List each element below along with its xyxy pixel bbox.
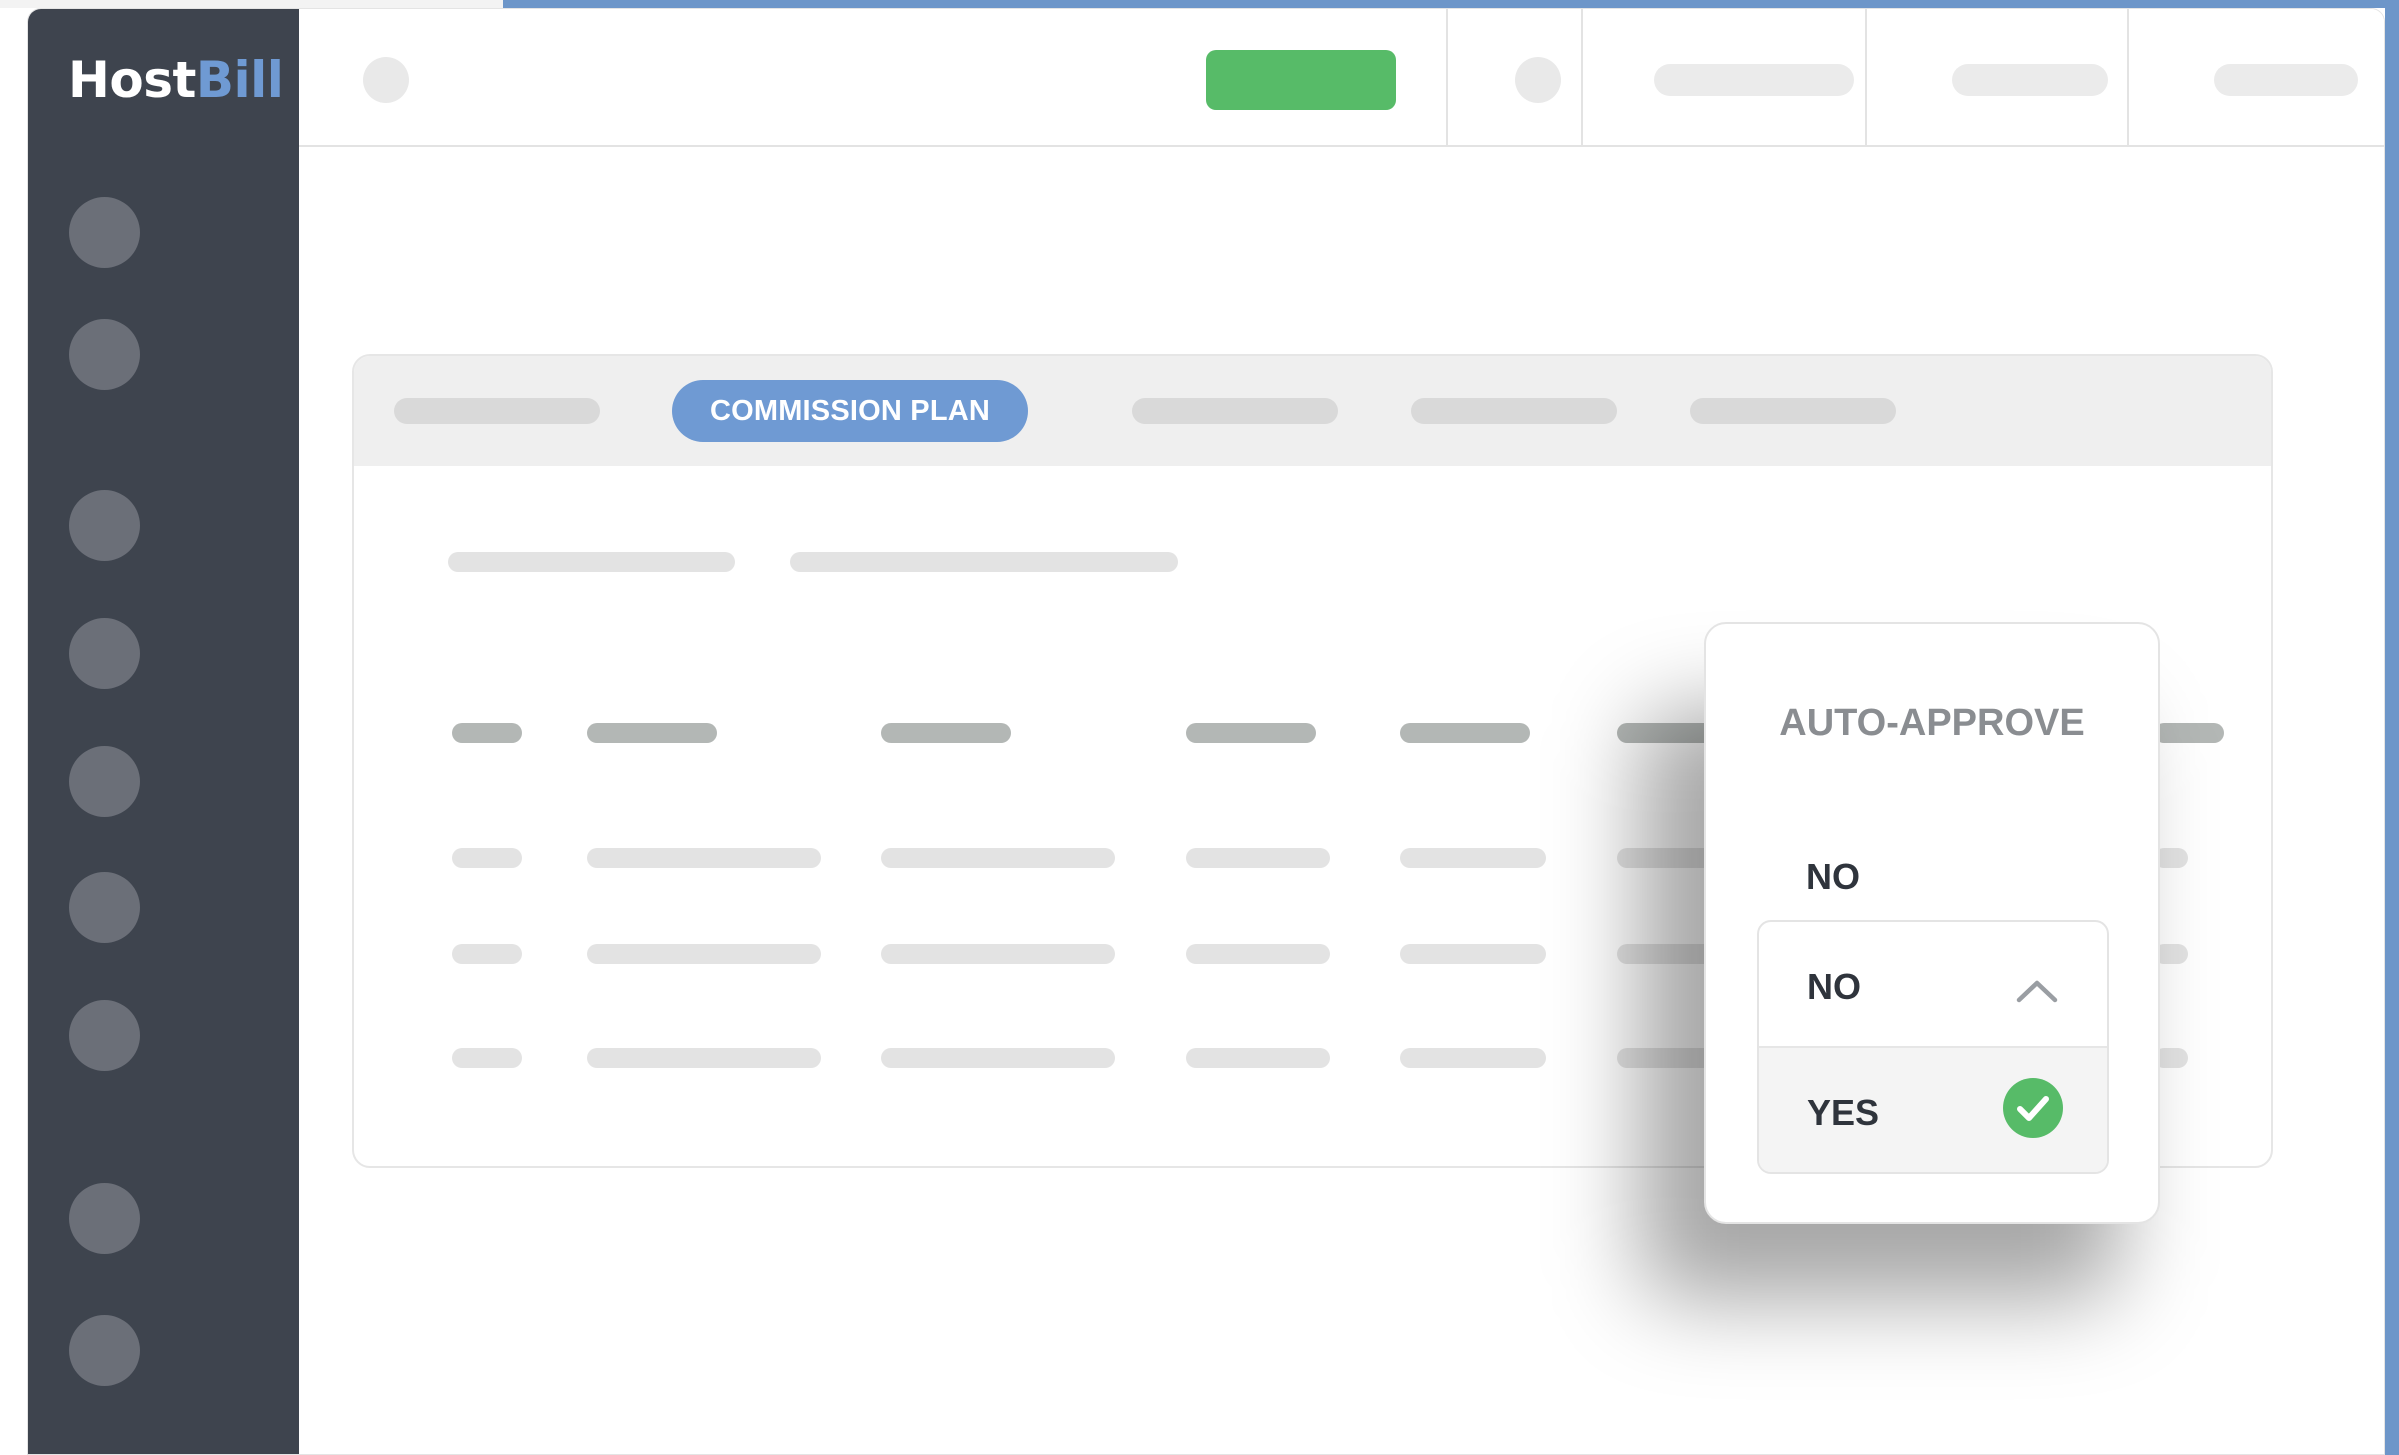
- table-cell: [587, 1048, 821, 1068]
- sidebar-nav-item-3[interactable]: [69, 490, 140, 561]
- table-cell: [1186, 1048, 1330, 1068]
- dropdown-option-label: YES: [1807, 1092, 1880, 1133]
- sidebar-nav-item-4[interactable]: [69, 618, 140, 689]
- dropdown-option-yes[interactable]: YES: [1759, 1046, 2107, 1172]
- dropdown-option-label: NO: [1807, 966, 1861, 1007]
- sidebar-nav-item-8[interactable]: [69, 1183, 140, 1254]
- check-circle-icon: [2003, 1078, 2063, 1138]
- table-cell: [587, 848, 821, 868]
- topbar-menu-icon[interactable]: [363, 57, 409, 103]
- sidebar-nav-item-5[interactable]: [69, 746, 140, 817]
- topbar-divider: [1865, 9, 1867, 147]
- auto-approve-dropdown[interactable]: NO YES: [1757, 920, 2109, 1174]
- sidebar-nav-item-7[interactable]: [69, 1000, 140, 1071]
- tab-bar: COMMISSION PLAN: [354, 356, 2271, 466]
- tab-commission-plan[interactable]: COMMISSION PLAN: [672, 380, 1028, 442]
- frame-right-accent: [2385, 0, 2399, 1455]
- sidebar-nav-item-6[interactable]: [69, 872, 140, 943]
- topbar-divider: [1581, 9, 1583, 147]
- table-cell: [452, 1048, 522, 1068]
- topbar-divider: [1446, 9, 1448, 147]
- tab-placeholder-4[interactable]: [1690, 398, 1896, 424]
- table-cell: [1186, 848, 1330, 868]
- frame-top-left: [0, 0, 503, 8]
- table-header-cell: [587, 723, 717, 743]
- subheader-placeholder-2: [790, 552, 1178, 572]
- sidebar-nav-item-1[interactable]: [69, 197, 140, 268]
- table-cell: [1400, 848, 1546, 868]
- auto-approve-current-value[interactable]: NO: [1806, 856, 1860, 898]
- table-cell: [1400, 944, 1546, 964]
- table-header-cell: [1400, 723, 1530, 743]
- topbar-divider: [2127, 9, 2129, 147]
- hostbill-logo[interactable]: HostBill: [68, 51, 284, 109]
- sidebar-nav-item-9[interactable]: [69, 1315, 140, 1386]
- topbar-primary-button[interactable]: [1206, 50, 1396, 110]
- frame-top-accent: [503, 0, 2399, 8]
- topbar-menu-item-3[interactable]: [2214, 64, 2358, 96]
- tab-placeholder-1[interactable]: [394, 398, 600, 424]
- tab-placeholder-2[interactable]: [1132, 398, 1338, 424]
- table-cell: [1186, 944, 1330, 964]
- table-header-cell: [452, 723, 522, 743]
- topbar-menu-item-2[interactable]: [1952, 64, 2108, 96]
- table-header-cell: [2154, 723, 2224, 743]
- topbar-menu-item-1[interactable]: [1654, 64, 1854, 96]
- table-cell: [452, 848, 522, 868]
- sidebar: HostBill: [28, 9, 299, 1454]
- table-cell: [881, 944, 1115, 964]
- tab-placeholder-3[interactable]: [1411, 398, 1617, 424]
- topbar: [299, 9, 2384, 147]
- auto-approve-title: AUTO-APPROVE: [1779, 702, 2085, 744]
- table-cell: [881, 848, 1115, 868]
- auto-approve-popover: AUTO-APPROVE NO NO YES: [1704, 622, 2160, 1224]
- sidebar-nav-item-2[interactable]: [69, 319, 140, 390]
- table-cell: [881, 1048, 1115, 1068]
- dropdown-option-no[interactable]: NO: [1759, 922, 2107, 1046]
- table-cell: [1400, 1048, 1546, 1068]
- table-cell: [452, 944, 522, 964]
- topbar-notification-icon[interactable]: [1515, 57, 1561, 103]
- chevron-up-icon[interactable]: [2015, 978, 2059, 1004]
- table-cell: [587, 944, 821, 964]
- table-header-cell: [1186, 723, 1316, 743]
- subheader-placeholder-1: [448, 552, 735, 572]
- table-header-cell: [881, 723, 1011, 743]
